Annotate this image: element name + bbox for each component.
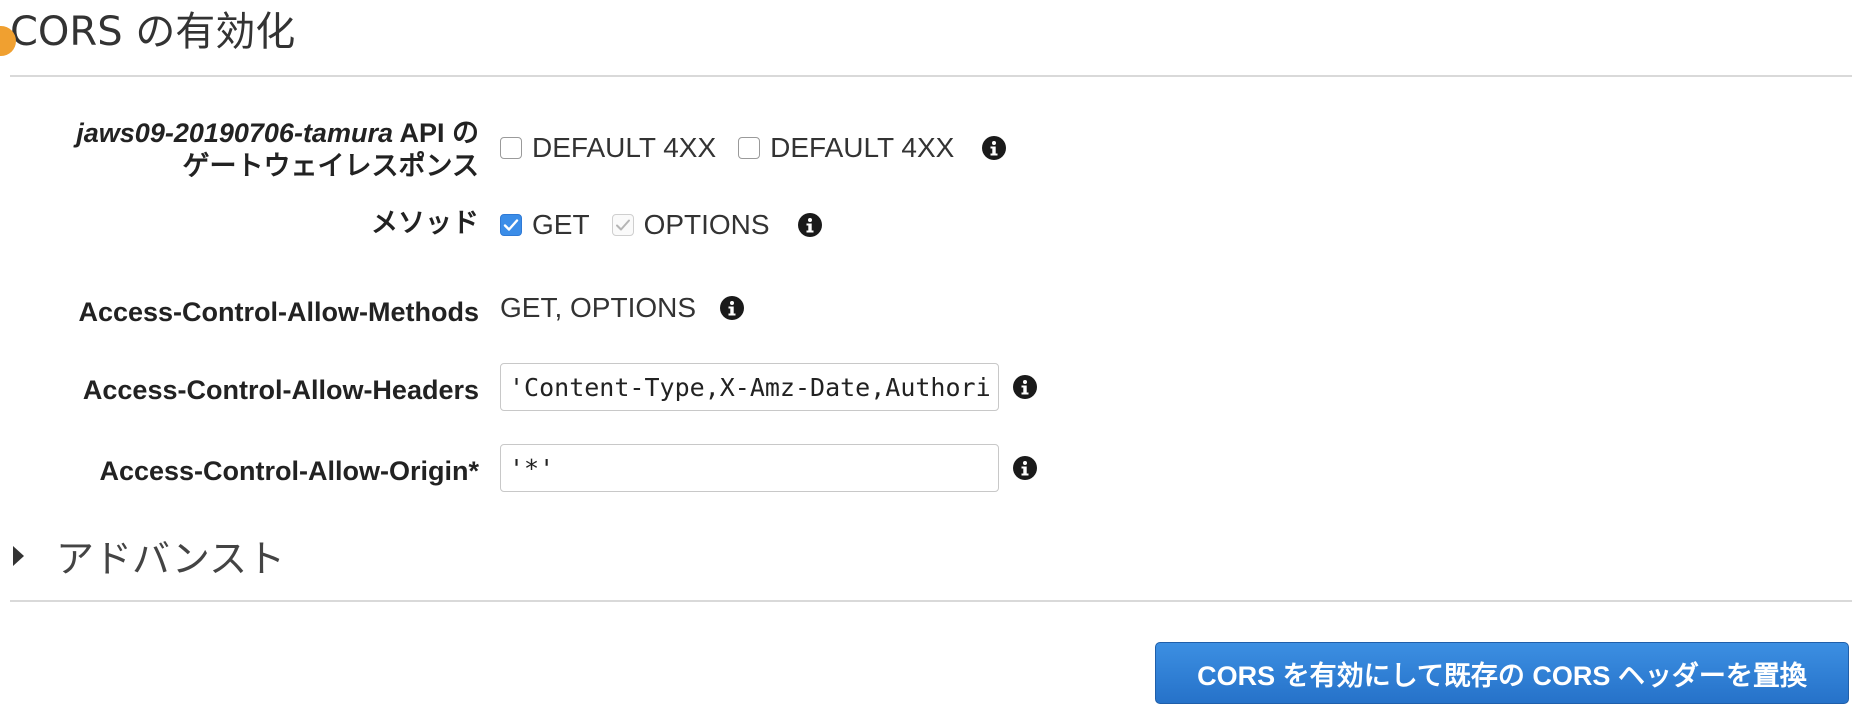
- allow-headers-label: Access-Control-Allow-Headers: [82, 375, 479, 405]
- get-label: GET: [532, 209, 590, 240]
- methods-label: メソッド: [371, 208, 479, 238]
- gateway-responses-label: jaws09-20190706-tamura API の ゲートウェイレスポンス: [76, 117, 479, 183]
- allow-origin-input[interactable]: [500, 444, 999, 492]
- checkmark-icon: [503, 219, 519, 231]
- section-divider: [10, 600, 1852, 602]
- gateway-responses-options: DEFAULT 4XX DEFAULT 4XX: [500, 131, 1007, 165]
- get-checkbox[interactable]: [500, 214, 522, 236]
- caret-right-icon: [13, 545, 24, 566]
- gateway-label-line2: ゲートウェイレスポンス: [182, 151, 479, 181]
- allow-methods-row: GET, OPTIONS: [500, 291, 745, 325]
- gateway-label-suffix: API の: [392, 118, 479, 148]
- checkmark-icon: [615, 219, 630, 231]
- allow-methods-value: GET, OPTIONS: [500, 292, 697, 323]
- default-4xx-checkbox-2[interactable]: [738, 137, 761, 159]
- allow-methods-label: Access-Control-Allow-Methods: [78, 297, 479, 327]
- info-icon[interactable]: [982, 136, 1007, 160]
- default-4xx-label-1: DEFAULT 4XX: [532, 132, 717, 163]
- page-title-text: CORS の有効化: [10, 9, 296, 55]
- title-divider: [10, 75, 1852, 77]
- methods-options: GET OPTIONS: [500, 208, 822, 242]
- project-name: jaws09-20190706-tamura: [76, 118, 393, 148]
- info-icon[interactable]: [1013, 456, 1037, 480]
- options-label: OPTIONS: [643, 209, 770, 240]
- advanced-label: アドバンスト: [56, 537, 286, 581]
- advanced-toggle[interactable]: アドバンスト: [12, 528, 285, 583]
- options-checkbox: [611, 214, 634, 236]
- default-4xx-label-2: DEFAULT 4XX: [770, 132, 955, 163]
- info-icon[interactable]: [1013, 375, 1037, 399]
- enable-cors-button[interactable]: CORS を有効にして既存の CORS ヘッダーを置換: [1155, 642, 1849, 704]
- info-icon[interactable]: [720, 296, 745, 320]
- allow-origin-label: Access-Control-Allow-Origin*: [99, 456, 479, 486]
- info-icon[interactable]: [797, 213, 822, 237]
- default-4xx-checkbox-1[interactable]: [500, 137, 522, 159]
- page-title: CORS の有効化: [0, 2, 296, 62]
- allow-headers-input[interactable]: [500, 363, 999, 411]
